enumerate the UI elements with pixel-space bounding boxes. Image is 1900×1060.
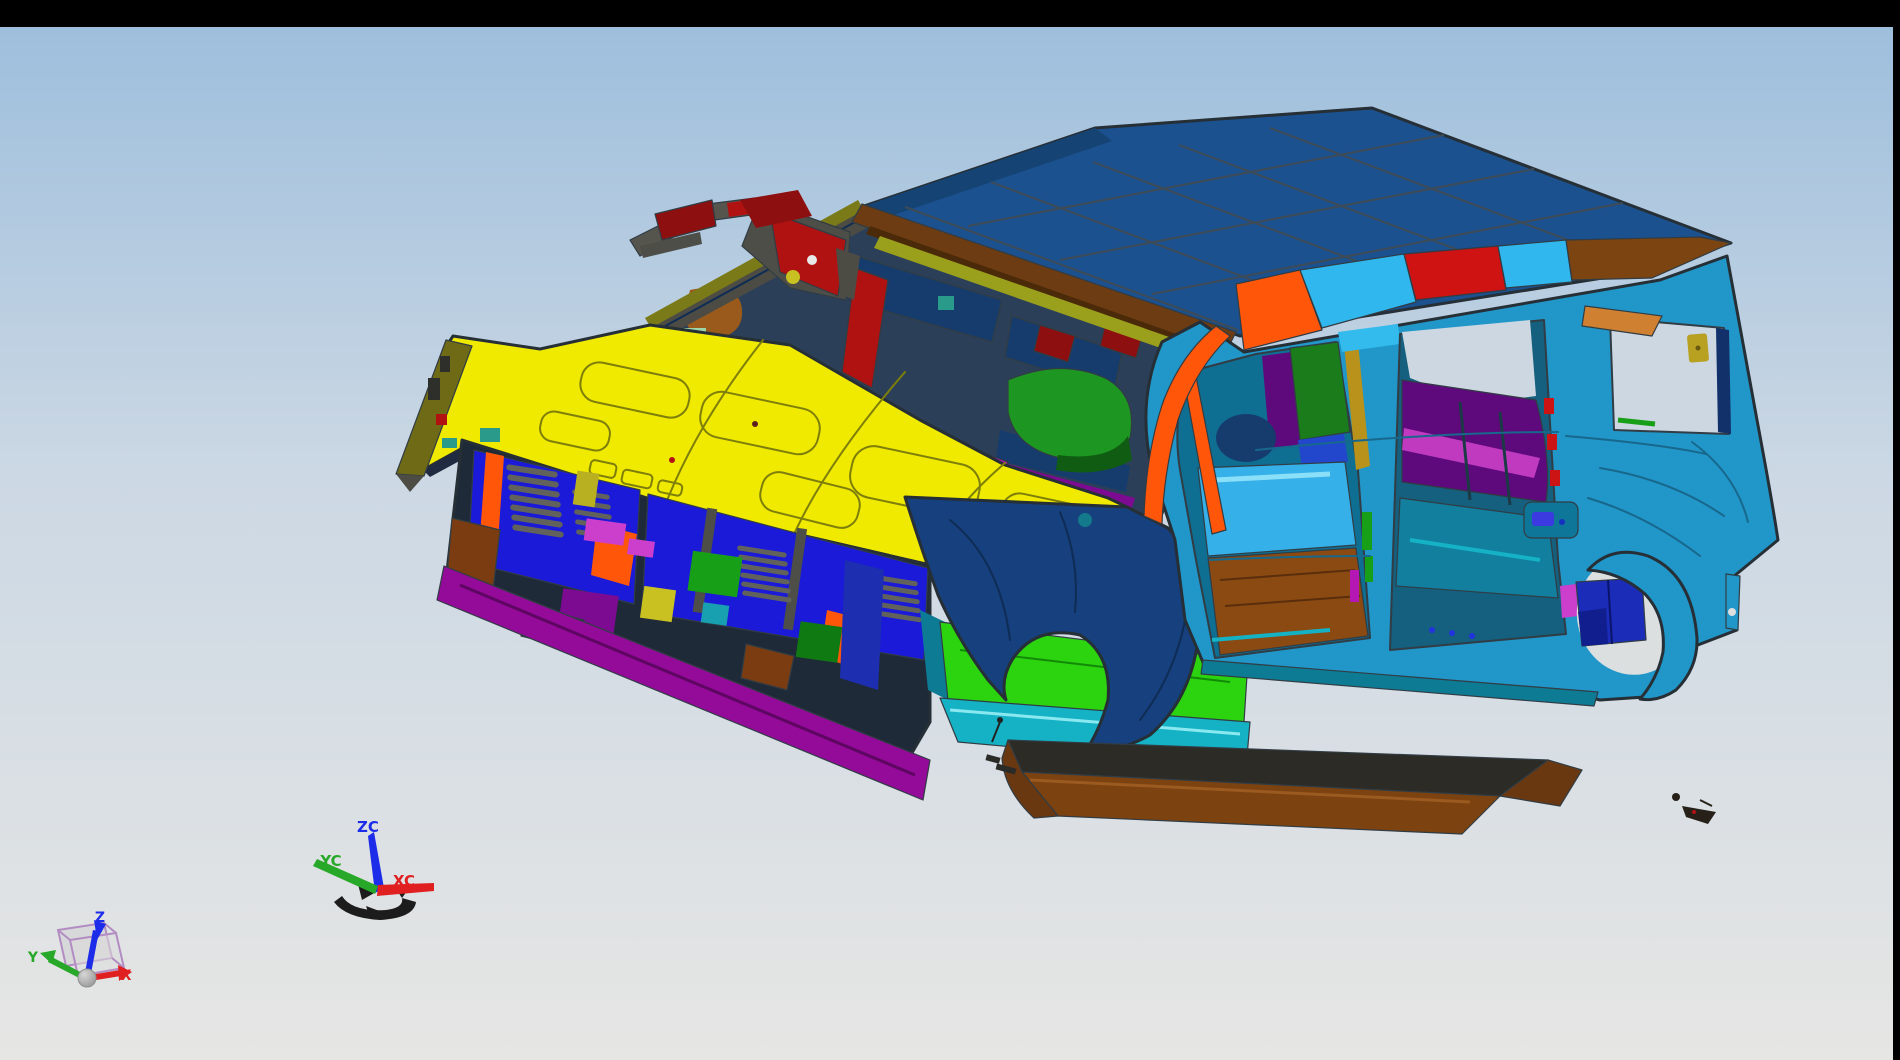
- view-x-label: X: [121, 968, 132, 984]
- wcs-yc-label: YC: [319, 852, 341, 870]
- green-part-2: [796, 621, 843, 662]
- rail-slot-1: [428, 378, 440, 400]
- stray-nut: [1672, 793, 1680, 801]
- rail-red-clip: [436, 414, 447, 425]
- rocker-dot-2: [1449, 630, 1455, 636]
- view-y-label: Y: [27, 950, 39, 966]
- wcs-zc-label: ZC: [357, 818, 379, 836]
- rear-tab: [1726, 574, 1740, 630]
- bracket-hole: [1696, 346, 1701, 351]
- board-antenna-tip: [997, 717, 1003, 723]
- b-pillar-green-1: [1362, 512, 1372, 550]
- handle-dot: [1559, 519, 1565, 525]
- blue-post: [840, 560, 884, 690]
- hood-bolt-dark: [752, 421, 758, 427]
- yellow-grommet: [786, 270, 800, 284]
- cad-3d-viewport[interactable]: ZC YC XC Z Y X: [0, 0, 1900, 1060]
- rail-teal-clip: [442, 438, 457, 448]
- green-part-1: [687, 551, 742, 598]
- cad-application-window: ZC YC XC Z Y X: [0, 0, 1900, 1060]
- hood-bolt-red: [669, 457, 675, 463]
- rear-tank-navy-dark: [1578, 608, 1608, 646]
- yellow-part-2: [640, 586, 676, 622]
- cyan-part-2: [701, 602, 730, 625]
- cyan-part-1: [480, 428, 500, 442]
- top-frame-bar: [0, 0, 1900, 27]
- wcs-xc-label: XC: [393, 872, 415, 890]
- seat-structure-dark: [1216, 414, 1276, 462]
- fender-hole: [1078, 513, 1092, 527]
- b-pillar-magenta: [1350, 570, 1359, 602]
- roof-band-red: [1404, 246, 1506, 300]
- red-tab-2: [1547, 434, 1557, 450]
- rail-slot-2: [440, 356, 450, 372]
- red-tab-1: [1544, 398, 1554, 414]
- view-z-label: Z: [95, 910, 105, 926]
- right-frame-bar: [1893, 0, 1900, 1060]
- teal-bracket-small: [938, 296, 954, 310]
- b-pillar-green-2: [1365, 556, 1373, 582]
- yellow-part-1: [573, 471, 600, 508]
- rocker-dot-1: [1429, 627, 1435, 633]
- roof-band-cyan-2: [1498, 240, 1572, 288]
- rocker-dot-3: [1469, 633, 1475, 639]
- red-tab-3: [1550, 470, 1560, 486]
- rear-tab-hole: [1728, 608, 1736, 616]
- handle-blue-part: [1532, 512, 1554, 526]
- d-pillar-navy-sliver: [1716, 328, 1731, 434]
- white-grommet: [807, 255, 817, 265]
- view-triad-origin-sphere[interactable]: [78, 969, 96, 987]
- stray-red-dot: [1692, 810, 1696, 814]
- arch-magenta-sliver: [1560, 584, 1578, 618]
- quarter-window-aperture: [1610, 318, 1729, 434]
